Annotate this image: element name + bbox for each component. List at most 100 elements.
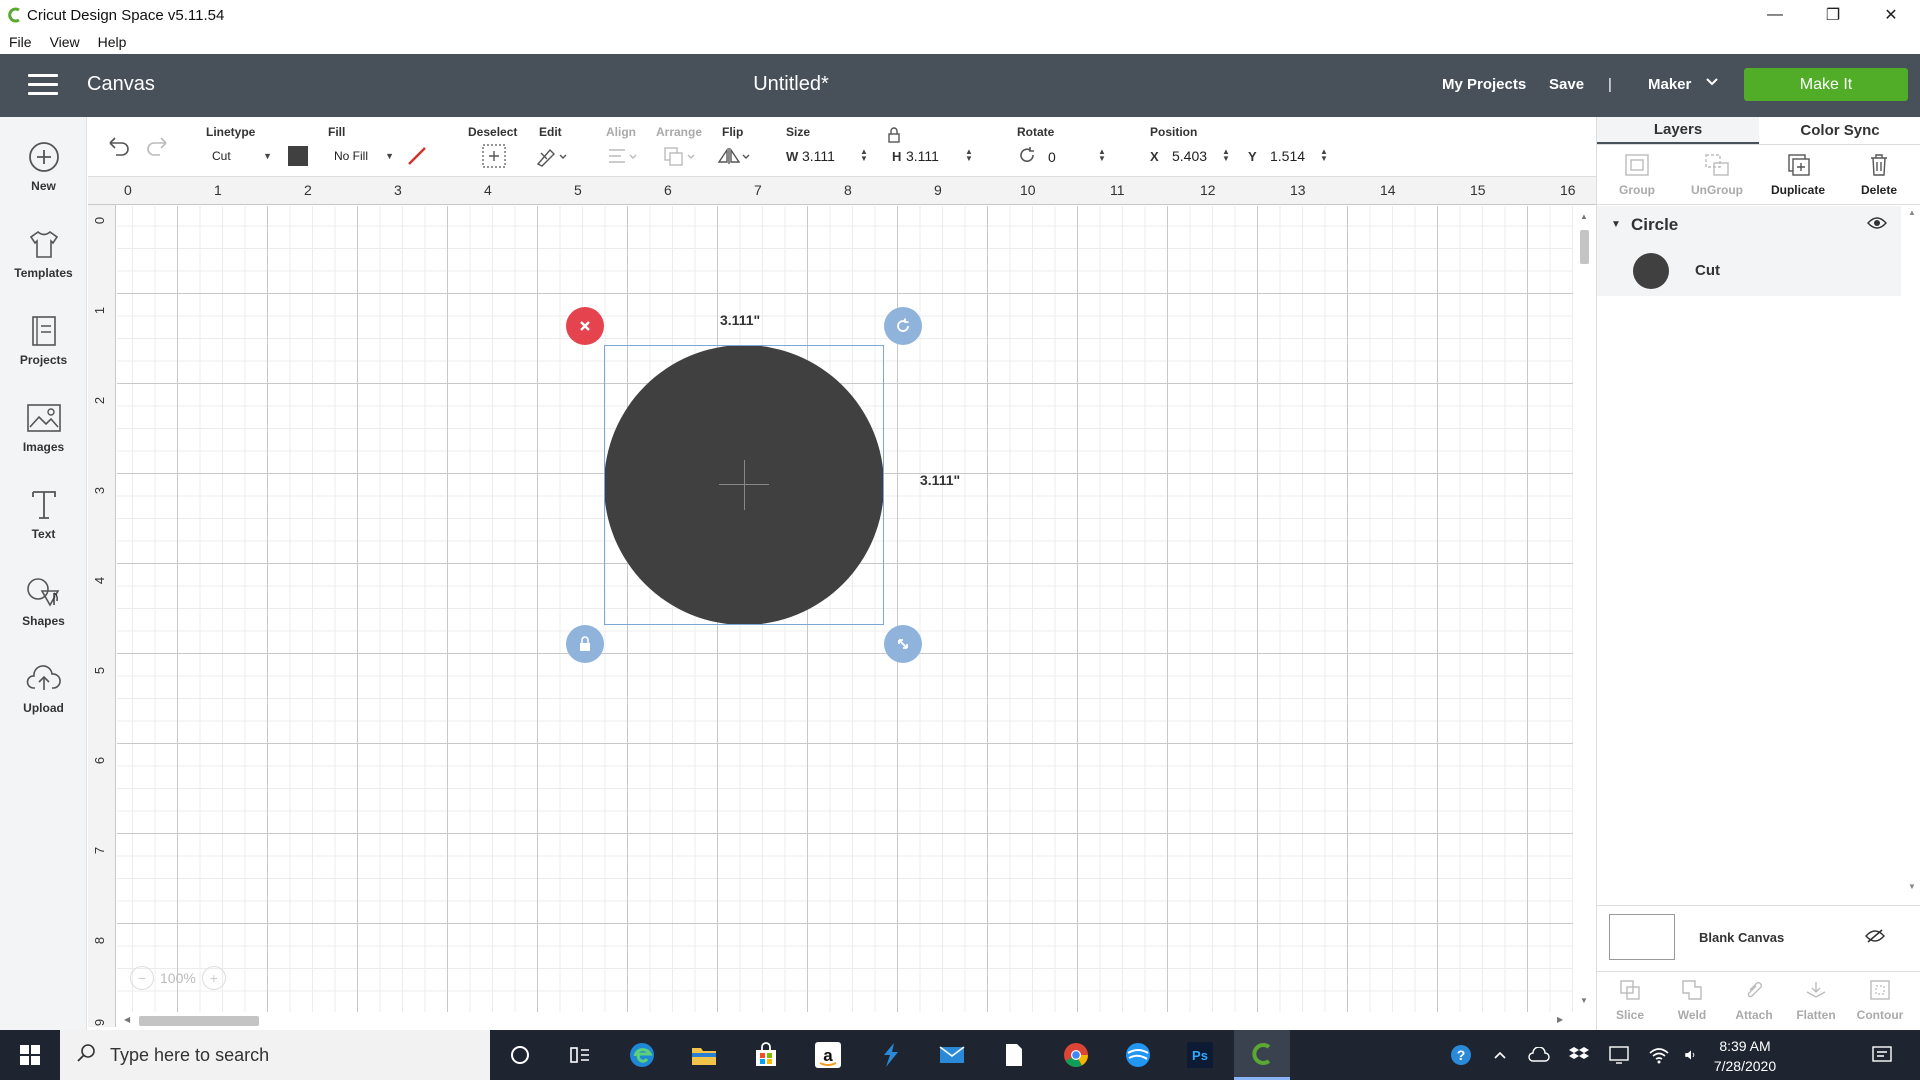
system-clock[interactable]: 8:39 AM 7/28/2020: [1700, 1036, 1790, 1076]
display-icon[interactable]: [1604, 1030, 1634, 1080]
collapse-arrow-icon[interactable]: ▼: [1611, 219, 1621, 230]
ungroup-button[interactable]: UnGroup: [1677, 151, 1757, 197]
scroll-left-icon[interactable]: ◀: [124, 1015, 130, 1024]
file-explorer-icon[interactable]: [676, 1030, 732, 1080]
y-position-input[interactable]: 1.514: [1270, 145, 1320, 167]
weld-button[interactable]: Weld: [1661, 976, 1723, 1022]
notepad-icon[interactable]: [986, 1030, 1042, 1080]
menu-view[interactable]: View: [41, 34, 89, 50]
group-button[interactable]: Group: [1597, 151, 1677, 197]
scroll-down-icon[interactable]: ▼: [1580, 996, 1588, 1005]
my-projects-link[interactable]: My Projects: [1442, 76, 1526, 93]
layer-group-circle[interactable]: ▼ Circle Cut: [1597, 206, 1901, 296]
horizontal-scrollbar[interactable]: ◀ ▶: [117, 1012, 1573, 1030]
blank-canvas-row[interactable]: Blank Canvas: [1597, 905, 1920, 971]
make-it-button[interactable]: Make It: [1744, 68, 1908, 101]
menu-help[interactable]: Help: [89, 34, 136, 50]
browser-icon[interactable]: [1110, 1030, 1166, 1080]
windows-start-icon[interactable]: [0, 1030, 60, 1080]
sidebar-item-images[interactable]: Images: [0, 388, 87, 468]
scroll-up-icon[interactable]: ▲: [1580, 212, 1588, 221]
rotate-icon: [1017, 145, 1037, 170]
ruler-label: 7: [754, 182, 762, 198]
chevron-up-icon[interactable]: [1486, 1030, 1514, 1080]
minimize-button[interactable]: —: [1746, 0, 1804, 30]
rotate-input[interactable]: 0: [1048, 146, 1096, 168]
close-window-button[interactable]: ✕: [1862, 0, 1920, 30]
sidebar-item-upload[interactable]: Upload: [0, 649, 87, 729]
y-position-stepper[interactable]: ▲ ▼: [1319, 148, 1329, 163]
sidebar-item-projects[interactable]: Projects: [0, 301, 87, 381]
flatten-button[interactable]: Flatten: [1785, 976, 1847, 1022]
delete-button[interactable]: Delete: [1839, 151, 1919, 197]
amazon-icon[interactable]: a: [800, 1030, 856, 1080]
tab-layers[interactable]: Layers: [1597, 117, 1759, 144]
ruler-label: 12: [1200, 182, 1216, 198]
help-icon[interactable]: ?: [1446, 1030, 1476, 1080]
chevron-down-icon[interactable]: [1704, 74, 1720, 95]
sidebar-item-templates[interactable]: Templates: [0, 214, 87, 294]
machine-select[interactable]: Maker: [1648, 76, 1691, 93]
linetype-color-swatch[interactable]: [288, 146, 308, 166]
scroll-up-icon[interactable]: ▲: [1908, 208, 1916, 217]
edit-icon[interactable]: [535, 145, 569, 172]
width-stepper[interactable]: ▲ ▼: [859, 148, 869, 163]
rotate-stepper[interactable]: ▲ ▼: [1097, 148, 1107, 163]
chrome-icon[interactable]: [1048, 1030, 1104, 1080]
flip-icon[interactable]: [716, 145, 752, 172]
dropbox-icon[interactable]: [1564, 1030, 1594, 1080]
scroll-down-icon[interactable]: ▼: [1908, 882, 1916, 891]
save-link[interactable]: Save: [1549, 76, 1584, 93]
tab-color-sync[interactable]: Color Sync: [1759, 117, 1920, 144]
delete-handle-icon[interactable]: [566, 307, 604, 345]
linetype-select[interactable]: Cut ▼: [206, 145, 276, 167]
zoom-in-icon[interactable]: +: [201, 966, 226, 990]
scroll-thumb[interactable]: [1580, 230, 1589, 264]
cortana-icon[interactable]: [492, 1030, 548, 1080]
resize-handle-icon[interactable]: [884, 625, 922, 663]
height-input[interactable]: 3.111: [906, 145, 966, 167]
wifi-icon[interactable]: [1644, 1030, 1674, 1080]
x-position-input[interactable]: 5.403: [1172, 145, 1222, 167]
visual-studio-code-icon[interactable]: [862, 1030, 918, 1080]
taskbar-search-input[interactable]: Type here to search: [60, 1030, 490, 1080]
width-input[interactable]: 3.111: [802, 145, 862, 167]
no-fill-swatch-icon[interactable]: [406, 145, 428, 172]
scroll-thumb[interactable]: [139, 1016, 259, 1026]
fill-select[interactable]: No Fill ▼: [328, 145, 398, 167]
lock-handle-icon[interactable]: [566, 625, 604, 663]
layers-scrollbar[interactable]: ▲ ▼: [1903, 206, 1920, 896]
lock-proportions-icon[interactable]: [887, 127, 901, 148]
zoom-out-icon[interactable]: −: [130, 966, 154, 990]
notifications-icon[interactable]: [1862, 1030, 1902, 1080]
slice-button[interactable]: Slice: [1599, 976, 1661, 1022]
undo-icon[interactable]: [106, 135, 132, 162]
contour-button[interactable]: Contour: [1849, 976, 1911, 1022]
restore-button[interactable]: ❐: [1804, 0, 1862, 30]
scroll-right-icon[interactable]: ▶: [1557, 1015, 1563, 1024]
edge-browser-icon[interactable]: [614, 1030, 670, 1080]
menu-file[interactable]: File: [0, 34, 41, 50]
task-view-icon[interactable]: [552, 1030, 608, 1080]
attach-button[interactable]: Attach: [1723, 976, 1785, 1022]
duplicate-button[interactable]: Duplicate: [1758, 151, 1838, 197]
layer-item[interactable]: Cut: [1597, 246, 1901, 292]
height-stepper[interactable]: ▲ ▼: [964, 148, 974, 163]
eye-icon[interactable]: [1867, 216, 1887, 235]
photoshop-icon[interactable]: Ps: [1172, 1030, 1228, 1080]
vertical-scrollbar[interactable]: ▲ ▼: [1573, 206, 1596, 1012]
x-position-stepper[interactable]: ▲ ▼: [1221, 148, 1231, 163]
sidebar-item-shapes[interactable]: Shapes: [0, 562, 87, 642]
mail-icon[interactable]: [924, 1030, 980, 1080]
store-icon[interactable]: [738, 1030, 794, 1080]
cloud-icon[interactable]: [1524, 1030, 1554, 1080]
deselect-icon[interactable]: [481, 143, 507, 174]
redo-icon[interactable]: [144, 135, 170, 162]
volume-icon[interactable]: [1684, 1030, 1698, 1080]
sidebar-item-new[interactable]: New: [0, 127, 87, 207]
eye-hidden-icon[interactable]: [1865, 928, 1885, 949]
svg-text:a: a: [823, 1046, 833, 1065]
rotate-handle-icon[interactable]: [884, 307, 922, 345]
sidebar-item-text[interactable]: Text: [0, 475, 87, 555]
cricut-taskbar-icon[interactable]: [1234, 1030, 1290, 1080]
